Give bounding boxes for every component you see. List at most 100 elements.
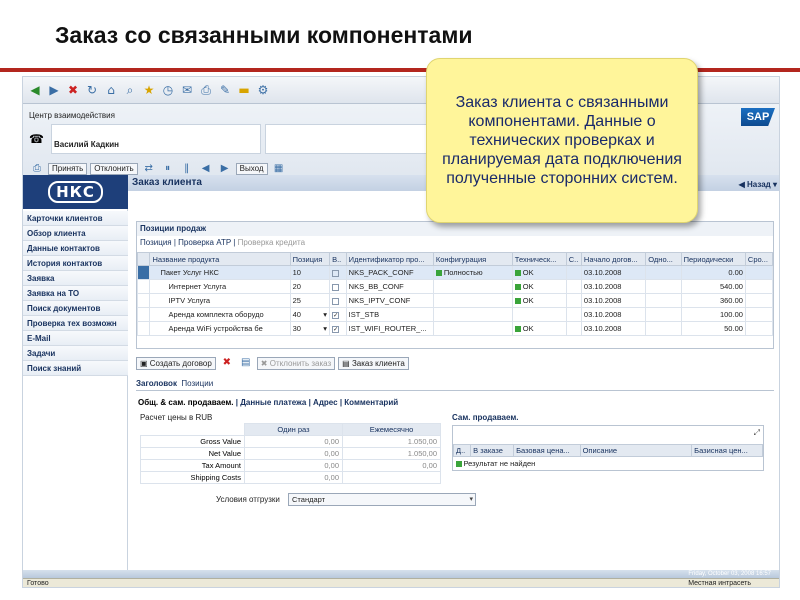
row-checkbox[interactable] xyxy=(332,269,340,277)
sidebar-item-service-request[interactable]: Заявка на ТО xyxy=(23,286,128,301)
print-icon[interactable]: ⎙ xyxy=(198,82,214,98)
row-checkbox[interactable] xyxy=(332,283,340,291)
positions-table: Название продукта Позиция В.. Идентифика… xyxy=(136,252,774,336)
status-green-icon xyxy=(455,460,462,467)
sidebar-item-contact-data[interactable]: Данные контактов xyxy=(23,241,128,256)
table-row[interactable]: Интернет Услуга 20 NKS_BB_CONF OK 03.10.… xyxy=(136,279,774,294)
pricing-row: Shipping Costs 0,00 xyxy=(140,471,441,484)
status-right: Местная интрасеть xyxy=(688,580,751,587)
client-order-button[interactable]: ▤ Заказ клиента xyxy=(338,356,409,370)
pricing-row: Tax Amount 0,00 0,00 xyxy=(140,459,441,472)
browser-statusbar: Готово Местная интрасеть xyxy=(23,578,779,587)
row-checkbox[interactable]: ✓ xyxy=(332,325,340,333)
tab-header[interactable]: Заголовок xyxy=(136,379,177,388)
status-left: Готово xyxy=(27,580,49,587)
shipping-terms-select[interactable]: Стандарт ▾ xyxy=(288,493,476,506)
stop-icon[interactable]: ✖ xyxy=(65,82,81,98)
search-icon[interactable]: ⌕ xyxy=(122,82,138,98)
dropdown-icon: ▾ xyxy=(323,324,328,333)
table-header-row: Д.. В заказе Базовая цена... Описание Ба… xyxy=(452,444,763,457)
delete-icon[interactable]: ✖ xyxy=(219,355,235,371)
callout-note: Заказ клиента с связанными компонентами.… xyxy=(426,58,698,223)
table-row[interactable]: Аренда комплекта оборудо 40 ▾ ✓ IST_STB … xyxy=(136,307,774,322)
sales-positions-panel: Позиции продаж Позиция | Проверка ATP | … xyxy=(136,221,774,349)
exit-button[interactable]: Выход xyxy=(235,163,268,175)
section-label: Центр взаимодействия xyxy=(29,111,115,120)
shipping-terms-label: Условия отгрузки xyxy=(216,495,280,504)
tab-position[interactable]: Позиция xyxy=(140,238,172,247)
tab-atp-check[interactable]: Проверка ATP xyxy=(178,238,231,247)
footer-date: Friday, October 03, 2008 16:57 xyxy=(688,571,771,577)
slide-title: Заказ со связанными компонентами xyxy=(55,22,473,48)
sidebar-item-knowledge-search[interactable]: Поиск знаний xyxy=(23,361,128,376)
positions-subtabs: Позиция | Проверка ATP | Проверка кредит… xyxy=(140,238,306,247)
create-contract-button[interactable]: ▣ Создать договор xyxy=(136,356,216,370)
back-icon[interactable]: ◀ xyxy=(27,82,43,98)
pricing-header-row: Один раз Ежемесячно xyxy=(141,423,441,436)
sidebar-item-contact-history[interactable]: История контактов xyxy=(23,256,128,271)
tab-comment[interactable]: Комментарий xyxy=(344,398,398,407)
expand-icon[interactable]: ⤢ xyxy=(754,428,760,438)
edit-icon[interactable]: ✎ xyxy=(217,82,233,98)
refresh-icon[interactable]: ↻ xyxy=(84,82,100,98)
row-checkbox[interactable]: ✓ xyxy=(332,311,340,319)
folder-icon[interactable]: ▬ xyxy=(236,82,252,98)
status-green-icon xyxy=(514,284,521,291)
reject-button[interactable]: Отклонить xyxy=(90,163,138,175)
favorites-icon[interactable]: ★ xyxy=(141,82,157,98)
row-checkbox[interactable] xyxy=(332,297,340,305)
tab-positions[interactable]: Позиции xyxy=(181,379,213,388)
phone-icon: ☎ xyxy=(29,132,44,146)
header-subtabs: Общ. & сам. продаваем. | Данные платежа … xyxy=(138,398,399,407)
customer-name: Василий Кадкин xyxy=(54,140,119,149)
back-button[interactable]: ◀ Назад ▾ xyxy=(739,177,777,193)
sidebar-item-client-cards[interactable]: Карточки клиентов xyxy=(23,211,128,226)
sidebar-item-request[interactable]: Заявка xyxy=(23,271,128,286)
dropdown-icon: ▾ xyxy=(323,310,328,319)
tab-credit-check[interactable]: Проверка кредита xyxy=(238,238,305,247)
sap-logo: SAP xyxy=(741,108,775,126)
table-row[interactable]: Пакет Услуг НКС 10 NKS_PACK_CONF Полност… xyxy=(136,265,774,280)
order-actions: ▣ Создать договор ✖ ▤ ✖ Отклонить заказ … xyxy=(136,355,409,371)
accept-button[interactable]: Принять xyxy=(48,163,88,175)
tab-payment[interactable]: Данные платежа xyxy=(240,398,306,407)
company-logo: НКС xyxy=(23,175,128,209)
table-row: Результат не найден xyxy=(454,457,763,470)
sidebar: НКС Карточки клиентов Обзор клиента Данн… xyxy=(23,175,128,570)
reject-order-button[interactable]: ✖ Отклонить заказ xyxy=(256,356,336,370)
tab-address[interactable]: Адрес xyxy=(313,398,338,407)
status-green-icon xyxy=(514,298,521,305)
sidebar-item-document-search[interactable]: Поиск документов xyxy=(23,301,128,316)
history-icon[interactable]: ◷ xyxy=(160,82,176,98)
sidebar-item-tasks[interactable]: Задачи xyxy=(23,346,128,361)
sidebar-nav: Карточки клиентов Обзор клиента Данные к… xyxy=(23,211,128,376)
sidebar-item-tech-check[interactable]: Проверка тех возможн xyxy=(23,316,128,331)
tab-general[interactable]: Общ. & сам. продаваем. xyxy=(138,398,234,407)
status-green-icon xyxy=(435,270,442,277)
save-icon[interactable]: ▤ xyxy=(238,355,254,371)
info-box xyxy=(265,124,433,154)
table-header-row: Название продукта Позиция В.. Идентифика… xyxy=(136,252,774,266)
sidebar-item-client-overview[interactable]: Обзор клиента xyxy=(23,226,128,241)
sidebar-item-email[interactable]: E-Mail xyxy=(23,331,128,346)
home-icon[interactable]: ⌂ xyxy=(103,82,119,98)
customer-box: Василий Кадкин xyxy=(51,124,261,154)
pricing-label: Расчет цены в RUB xyxy=(140,413,213,422)
table-row[interactable]: Аренда WiFi устройства бе 30 ▾ ✓ IST_WIF… xyxy=(136,321,774,336)
table-row[interactable]: IPTV Услуга 25 NKS_IPTV_CONF OK 03.10.20… xyxy=(136,293,774,308)
self-sold-panel: ⤢ Д.. В заказе Базовая цена... Описание … xyxy=(452,425,764,471)
status-green-icon xyxy=(514,326,521,333)
self-sold-table: Д.. В заказе Базовая цена... Описание Ба… xyxy=(452,444,763,470)
pricing-table: Один раз Ежемесячно Gross Value 0,00 1.0… xyxy=(140,423,441,484)
mail-icon[interactable]: ✉ xyxy=(179,82,195,98)
main-area: Заказ клиента ◀ Назад ▾ Позиции продаж П… xyxy=(128,175,779,570)
footer-bar xyxy=(23,570,779,578)
panel-title: Позиции продаж xyxy=(137,222,773,236)
pricing-row: Gross Value 0,00 1.050,00 xyxy=(140,435,441,448)
tools-icon[interactable]: ⚙ xyxy=(255,82,271,98)
forward-icon[interactable]: ▶ xyxy=(46,82,62,98)
detail-tabs: Заголовок Позиции xyxy=(136,379,213,388)
self-sold-label: Сам. продаваем. xyxy=(452,413,519,422)
chevron-down-icon: ▾ xyxy=(469,496,473,503)
callout-text: Заказ клиента с связанными компонентами.… xyxy=(442,94,682,187)
